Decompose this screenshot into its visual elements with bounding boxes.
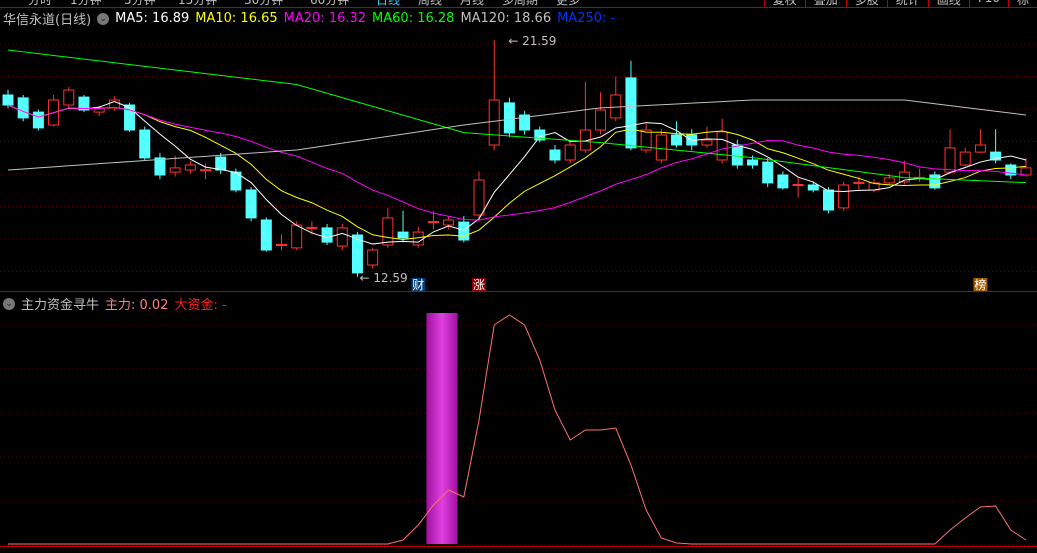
candle-body: [1020, 167, 1032, 176]
candle-body: [139, 129, 151, 159]
panel-divider: [0, 546, 1037, 547]
candle-body: [321, 227, 333, 243]
candle-body: [17, 97, 29, 119]
candle-body: [260, 219, 272, 251]
candle-body: [822, 189, 834, 211]
candle-body: [974, 144, 986, 153]
low-price-label: ← 12.59: [359, 271, 407, 285]
panel-divider: [0, 291, 1037, 292]
candle-body: [488, 99, 500, 146]
candle-body: [564, 144, 576, 161]
candle-body: [838, 184, 850, 209]
candle-body: [701, 139, 713, 146]
indicator-header: ⌄ 主力资金寻牛 主力: 0.02 大资金: -: [3, 294, 227, 313]
candle-body: [959, 151, 971, 166]
candle-body: [397, 231, 409, 239]
candle-body: [473, 179, 485, 216]
candle-body: [944, 147, 956, 173]
candle-body: [154, 157, 166, 176]
candle-body: [336, 227, 348, 247]
candle-body: [200, 169, 212, 172]
candle-body: [792, 183, 804, 187]
candle-body: [169, 167, 181, 173]
candle-body: [671, 134, 683, 146]
candle-body: [883, 177, 895, 184]
candle-body: [184, 164, 196, 171]
candle-body: [291, 224, 303, 249]
candle-body: [2, 94, 14, 106]
candle-body: [275, 243, 287, 247]
candle-body: [32, 111, 44, 129]
kline-chart[interactable]: ← 21.59 ← 12.59 财 涨 榜: [0, 0, 1037, 553]
event-marker-label: 财: [412, 278, 424, 292]
candle-body: [427, 221, 439, 224]
candle-body: [549, 149, 561, 161]
candle-body: [245, 189, 257, 219]
force-line: [8, 314, 1027, 545]
candle-body: [747, 159, 759, 166]
candle-body: [762, 161, 774, 184]
candle-body: [443, 219, 455, 226]
event-marker-label: 涨: [473, 277, 485, 292]
candle-body: [382, 217, 394, 246]
force-value: 主力: 0.02: [105, 298, 169, 313]
candle-body: [807, 184, 819, 191]
bigfund-value: 大资金: -: [174, 298, 227, 313]
candle-body: [731, 144, 743, 166]
candle-body: [655, 134, 667, 161]
candle-body: [124, 104, 136, 131]
chevron-down-icon[interactable]: ⌄: [3, 297, 15, 310]
candle-body: [503, 102, 515, 134]
candle-body: [367, 249, 379, 266]
candle-body: [595, 109, 607, 131]
candle-body: [63, 89, 75, 106]
high-price-label: ← 21.59: [508, 34, 556, 48]
candle-body: [716, 131, 728, 161]
candle-body: [458, 221, 470, 241]
candle-body: [625, 77, 637, 149]
bigfund-bar: [426, 313, 458, 544]
indicator-name: 主力资金寻牛: [21, 298, 100, 313]
candle-body: [777, 174, 789, 189]
event-marker-label: 榜: [974, 277, 986, 292]
candle-body: [215, 156, 227, 171]
candle-body: [929, 174, 941, 189]
candle-body: [306, 226, 318, 229]
candle-body: [853, 181, 865, 184]
